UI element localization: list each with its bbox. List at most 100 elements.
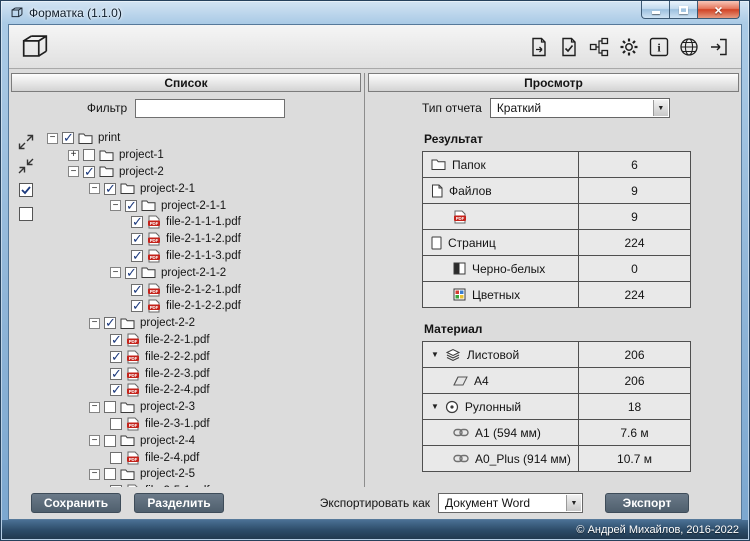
expand-toggle-icon[interactable]: + — [68, 150, 79, 161]
window-title: Форматка (1.1.0) — [29, 6, 122, 20]
tree-item-checkbox[interactable] — [83, 149, 95, 161]
uncheck-all-icon[interactable] — [17, 204, 36, 223]
tree-item-folder[interactable]: +project-1 — [41, 147, 361, 164]
export-format-select[interactable]: Документ Word ▼ — [438, 493, 583, 513]
tree-item-file[interactable]: PDFfile-2-3-1.pdf — [41, 416, 361, 433]
expand-all-icon[interactable] — [17, 132, 36, 151]
report-icon[interactable] — [527, 35, 551, 59]
collapse-toggle-icon[interactable]: − — [89, 469, 100, 480]
panel-splitter[interactable] — [361, 73, 368, 487]
folder-icon — [120, 401, 135, 414]
tree-item-checkbox[interactable] — [104, 435, 116, 447]
save-button[interactable]: Сохранить — [31, 493, 121, 513]
collapse-toggle-icon[interactable]: − — [89, 435, 100, 446]
tree-item-label: file-2-3-1.pdf — [144, 418, 210, 430]
tree-item-checkbox[interactable] — [131, 216, 143, 228]
collapse-toggle-icon[interactable]: − — [89, 318, 100, 329]
tree-item-file[interactable]: PDFfile-2-1-1-3.pdf — [41, 248, 361, 265]
tree-item-checkbox[interactable] — [131, 250, 143, 262]
tree-item-checkbox[interactable] — [110, 368, 122, 380]
tree-item-folder[interactable]: −project-2-1-2 — [41, 264, 361, 281]
collapse-triangle-icon[interactable]: ▼ — [431, 403, 439, 411]
collapse-toggle-icon[interactable]: − — [47, 133, 58, 144]
tree-item-folder[interactable]: −project-2-4 — [41, 432, 361, 449]
collapse-all-icon[interactable] — [17, 156, 36, 175]
check-all-icon[interactable] — [17, 180, 36, 199]
maximize-button[interactable] — [670, 1, 697, 19]
tree-item-file[interactable]: PDFfile-2-1-1-1.pdf — [41, 214, 361, 231]
page-icon — [431, 236, 442, 250]
filter-input[interactable] — [135, 99, 285, 118]
file-icon — [431, 184, 443, 198]
tree-item-label: print — [97, 132, 120, 144]
tree-item-folder[interactable]: − project-2-1-1 — [41, 197, 361, 214]
gear-icon[interactable] — [617, 35, 641, 59]
app-window: Форматка (1.1.0) × i Список Фильтр — [0, 0, 750, 541]
tree-item-file[interactable]: PDFfile-2-1-1-2.pdf — [41, 231, 361, 248]
tree-item-checkbox[interactable] — [110, 351, 122, 363]
tree-item-checkbox[interactable] — [125, 200, 137, 212]
info-icon[interactable]: i — [647, 35, 671, 59]
tree-item-label: project-2-3 — [139, 401, 195, 413]
collapse-toggle-icon[interactable]: − — [89, 402, 100, 413]
folder-icon — [120, 434, 135, 447]
tree-item-checkbox[interactable] — [131, 284, 143, 296]
exit-icon[interactable] — [707, 35, 731, 59]
bottom-bar: Сохранить Разделить Экспортировать как Д… — [9, 487, 741, 519]
folder-icon — [99, 149, 114, 162]
table-row: Страниц224 — [423, 230, 691, 256]
tree-item-checkbox[interactable] — [110, 485, 122, 487]
eraser-icon — [453, 376, 468, 386]
tree-item-checkbox[interactable] — [110, 334, 122, 346]
tree-item-file[interactable]: PDFfile-2-4.pdf — [41, 449, 361, 466]
collapse-toggle-icon[interactable]: − — [110, 267, 121, 278]
close-button[interactable]: × — [697, 1, 740, 19]
chevron-down-icon[interactable]: ▼ — [566, 495, 581, 511]
tree-item-file[interactable]: PDFfile-2-2-2.pdf — [41, 348, 361, 365]
collapse-toggle-icon[interactable]: − — [110, 200, 121, 211]
tree-item-label: project-2-1-1 — [160, 200, 226, 212]
export-format-value: Документ Word — [445, 496, 530, 510]
collapse-toggle-icon[interactable]: − — [68, 166, 79, 177]
tree-item-file[interactable]: PDFfile-2-2-3.pdf — [41, 365, 361, 382]
tree-item-file[interactable]: PDFfile-2-2-4.pdf — [41, 382, 361, 399]
tree-item-folder[interactable]: − print — [41, 130, 361, 147]
row-label: A1 (594 мм) — [475, 426, 541, 440]
tree-item-checkbox[interactable] — [83, 166, 95, 178]
minimize-button[interactable] — [641, 1, 670, 19]
window-controls: × — [641, 1, 740, 19]
chevron-down-icon[interactable]: ▼ — [653, 100, 668, 116]
tree-item-label: file-2-2-3.pdf — [144, 368, 210, 380]
collapse-triangle-icon[interactable]: ▼ — [431, 351, 439, 359]
tree-item-checkbox[interactable] — [110, 418, 122, 430]
tree-item-folder[interactable]: −project-2-1 — [41, 180, 361, 197]
tree-item-checkbox[interactable] — [104, 401, 116, 413]
tree-item-file[interactable]: PDFfile-2-1-2-2.pdf — [41, 298, 361, 315]
tree-item-checkbox[interactable] — [104, 468, 116, 480]
row-value: 9 — [579, 178, 691, 204]
tree-item-file[interactable]: PDFfile-2-2-1.pdf — [41, 332, 361, 349]
export-button[interactable]: Экспорт — [605, 493, 689, 513]
tree-item-checkbox[interactable] — [125, 267, 137, 279]
tree-item-folder[interactable]: −project-2 — [41, 164, 361, 181]
tree-item-folder[interactable]: − project-2-3 — [41, 399, 361, 416]
split-button[interactable]: Разделить — [134, 493, 224, 513]
collapse-toggle-icon[interactable]: − — [89, 183, 100, 194]
tree-item-checkbox[interactable] — [62, 132, 74, 144]
report-type-row: Тип отчета Краткий ▼ — [368, 92, 739, 124]
globe-icon[interactable] — [677, 35, 701, 59]
tree-item-checkbox[interactable] — [110, 452, 122, 464]
titlebar[interactable]: Форматка (1.1.0) × — [1, 1, 749, 24]
tree-view-icon[interactable] — [587, 35, 611, 59]
report-type-select[interactable]: Краткий ▼ — [490, 98, 670, 118]
tree-item-checkbox[interactable] — [110, 384, 122, 396]
tree-item-file[interactable]: PDFfile-2-1-2-1.pdf — [41, 281, 361, 298]
tree-item-checkbox[interactable] — [131, 300, 143, 312]
tree-item-folder[interactable]: −project-2-5 — [41, 466, 361, 483]
tree-item-folder[interactable]: −project-2-2 — [41, 315, 361, 332]
tree-item-checkbox[interactable] — [104, 183, 116, 195]
tree-item-checkbox[interactable] — [104, 317, 116, 329]
svg-text:PDF: PDF — [150, 238, 159, 243]
tree-item-checkbox[interactable] — [131, 233, 143, 245]
report-check-icon[interactable] — [557, 35, 581, 59]
